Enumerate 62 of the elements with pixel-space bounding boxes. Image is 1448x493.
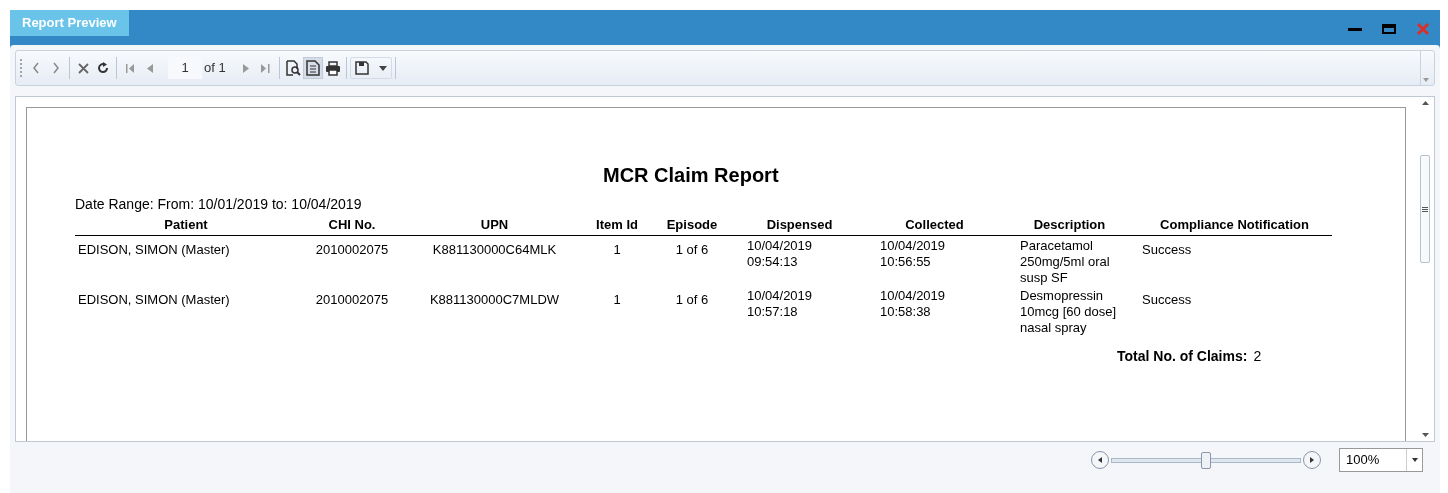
table-cell: EDISON, SIMON (Master): [78, 241, 230, 258]
total-label: Total No. of Claims:: [1117, 346, 1248, 366]
table-cell-text: 10/04/2019 09:54:13: [747, 237, 814, 270]
table-cell-text: Desmopressin 10mcg [60 dose] nasal spray: [1020, 287, 1118, 336]
table-cell: 1: [613, 241, 621, 258]
printer-icon: [324, 60, 341, 76]
zoom-out-arrow-icon: [1098, 457, 1102, 463]
column-header: Collected: [905, 217, 964, 232]
table-cell: EDISON, SIMON (Master): [78, 291, 230, 308]
column-header: Patient: [164, 217, 208, 232]
triangle-right-icon: [242, 63, 249, 73]
page-view-button[interactable]: [302, 57, 323, 79]
table-cell: 1 of 6: [675, 291, 709, 308]
chevron-left-icon: [32, 62, 40, 74]
column-header: Episode: [666, 217, 718, 232]
close-icon: [1416, 22, 1430, 36]
table-cell: K881130000C7MLDW: [429, 291, 560, 308]
close-button[interactable]: [1416, 22, 1430, 36]
zoom-slider[interactable]: [1091, 450, 1321, 470]
column-header: Dispensed: [766, 217, 833, 232]
report-title: MCR Claim Report: [603, 163, 779, 188]
chevron-right-icon: [52, 62, 60, 74]
document-search-icon: [284, 60, 301, 76]
column-header: Compliance Notification: [1160, 217, 1309, 232]
table-cell: 1 of 6: [675, 241, 709, 258]
scrollbar-thumb[interactable]: [1420, 155, 1430, 263]
table-cell: Success: [1142, 241, 1192, 258]
document-icon: [305, 60, 320, 76]
column-header: CHI No.: [328, 217, 376, 232]
zoom-in-arrow-icon: [1310, 457, 1314, 463]
table-cell: 2010002075: [315, 241, 389, 258]
last-page-icon: [261, 63, 271, 73]
table-cell-text: 10/04/2019 10:57:18: [747, 287, 814, 320]
column-header: Description: [1033, 217, 1106, 232]
table-cell: Success: [1142, 291, 1192, 308]
triangle-left-icon: [147, 63, 153, 73]
maximize-button[interactable]: [1382, 24, 1396, 34]
window-title: Report Preview: [10, 10, 129, 36]
grip-icon: [1422, 206, 1428, 212]
column-header: UPN: [480, 217, 509, 232]
table-cell-text: Paracetamol 250mg/5ml oral susp SF: [1020, 237, 1111, 286]
page-number-field[interactable]: 1: [168, 57, 202, 79]
close-icon: [77, 62, 89, 74]
table-cell: K881130000C64MLK: [432, 241, 557, 258]
toolbar-overflow-button[interactable]: [1420, 51, 1430, 85]
date-range: Date Range: From: 10/01/2019 to: 10/04/2019: [75, 195, 362, 214]
table-cell-text: 10/04/2019 10:56:55: [880, 237, 947, 270]
caret-icon: [1411, 458, 1418, 462]
caret-icon: [378, 65, 387, 71]
column-header: Item Id: [596, 217, 638, 232]
zoom-dropdown[interactable]: 100%: [1339, 448, 1423, 472]
total-value: 2: [1253, 346, 1262, 366]
caret-icon: [1422, 78, 1429, 82]
save-dropdown-button[interactable]: [349, 57, 392, 79]
table-cell-text: 10/04/2019 10:58:38: [880, 287, 947, 320]
refresh-icon: [97, 62, 109, 74]
scroll-up-icon: [1421, 101, 1429, 105]
first-page-icon: [125, 63, 135, 73]
scroll-down-icon: [1421, 433, 1429, 437]
page-count: of 1: [204, 59, 226, 78]
table-cell: 1: [613, 291, 621, 308]
table-cell: 2010002075: [315, 291, 389, 308]
